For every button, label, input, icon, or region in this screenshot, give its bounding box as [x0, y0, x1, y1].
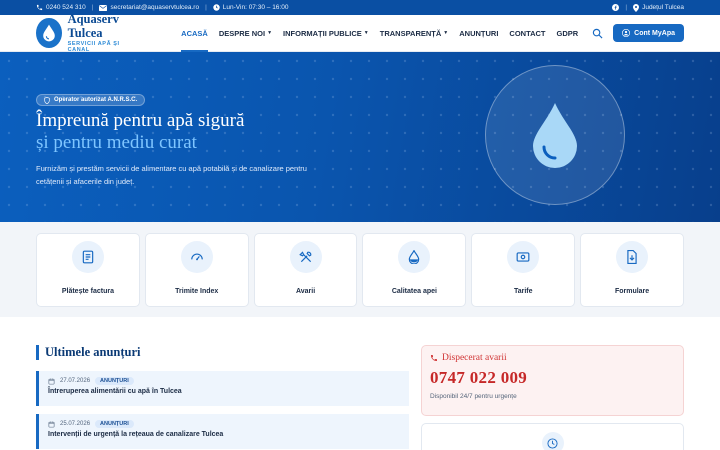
nav-label: GDPR — [556, 28, 579, 38]
main-content: Ultimele anunțuri 27.07.2026 ANUNȚURI În… — [0, 317, 720, 450]
service-card-forms[interactable]: Formulare — [580, 233, 684, 307]
brand-name: Aquaserv Tulcea — [67, 12, 119, 40]
nav-label: ACASĂ — [181, 28, 208, 38]
shield-icon — [44, 96, 50, 104]
money-icon — [507, 241, 540, 273]
nav-label: DESPRE NOI — [218, 28, 266, 38]
emergency-dispatch-card: Dispecerat avarii 0747 022 009 Disponibi… — [421, 345, 684, 416]
site-header: Aquaserv Tulcea SERVICII APĂ ȘI CANAL AC… — [0, 12, 720, 53]
clock-icon — [541, 432, 564, 450]
caret-down-icon: ▼ — [363, 30, 369, 36]
topbar-hours-text: Lun-Vin: 07:30 – 16:00 — [222, 4, 289, 11]
announcement-meta: 27.07.2026 ANUNȚURI — [48, 377, 409, 385]
operator-badge-text: Operator autorizat A.N.R.S.C. — [54, 97, 138, 103]
phone-icon — [430, 354, 438, 362]
nav-item-transparenta[interactable]: TRANSPARENȚĂ ▼ — [374, 15, 453, 52]
announcement-date: 27.07.2026 — [60, 378, 91, 384]
account-button-label: Cont MyApa — [634, 29, 675, 37]
topbar-email[interactable]: secretariat@aquaservtulcea.ro — [99, 4, 199, 11]
search-icon — [592, 28, 603, 39]
brand-tagline: SERVICII APĂ ȘI CANAL — [67, 40, 120, 53]
main-nav: ACASĂ DESPRE NOI ▼ INFORMAȚII PUBLICE ▼ TR… — [176, 15, 584, 52]
nav-item-anunturi[interactable]: ANUNȚURI — [454, 15, 504, 52]
caret-down-icon: ▼ — [267, 30, 273, 36]
topbar-region-text: Județul Tulcea — [642, 4, 684, 11]
nav-label: CONTACT — [509, 28, 546, 38]
gauge-icon — [180, 241, 213, 273]
announcement-title: Intervenții de urgență la rețeaua de can… — [48, 431, 224, 438]
service-card-label: Plătește factura — [61, 288, 114, 295]
topbar-hours: Lun-Vin: 07:30 – 16:00 — [213, 4, 289, 11]
topbar-phone-text: 0240 524 310 — [46, 4, 86, 11]
water-drop-icon — [398, 241, 431, 273]
water-drop-icon — [530, 101, 580, 169]
announcement-item[interactable]: 25.07.2026 ANUNȚURI Intervenții de urgen… — [36, 414, 409, 449]
nav-item-informatii-publice[interactable]: INFORMAȚII PUBLICE ▼ — [278, 15, 375, 52]
hero-drop-illustration — [485, 65, 625, 205]
dispatch-title-text: Dispecerat avarii — [442, 353, 507, 363]
announcement-title: Întreruperea alimentării cu apă în Tulce… — [48, 388, 182, 395]
dispatch-availability: Disponibil 24/7 pentru urgențe — [430, 393, 517, 400]
announcement-meta: 25.07.2026 ANUNȚURI — [48, 420, 409, 428]
service-card-water-quality[interactable]: Calitatea apei — [362, 233, 467, 307]
topbar-separator: | — [205, 4, 207, 11]
facebook-icon[interactable] — [612, 4, 620, 11]
topbar-separator: | — [91, 4, 94, 11]
operator-badge: Operator autorizat A.N.R.S.C. — [36, 94, 146, 106]
mail-icon — [99, 4, 108, 11]
user-circle-icon — [622, 29, 631, 37]
service-card-label: Formulare — [614, 288, 650, 295]
nav-label: TRANSPARENȚĂ — [379, 28, 442, 38]
topbar-region: Județul Tulcea — [633, 3, 684, 12]
search-button[interactable] — [590, 24, 605, 42]
phone-icon — [36, 4, 43, 11]
dispatch-phone-number[interactable]: 0747 022 009 — [430, 368, 683, 388]
calendar-icon — [48, 378, 55, 385]
calendar-icon — [48, 421, 55, 428]
quick-services: Plătește factura Trimite Index Avarii Ca… — [0, 222, 720, 317]
announcement-tag: ANUNȚURI — [95, 377, 134, 385]
service-card-outages[interactable]: Avarii — [253, 233, 358, 307]
announcements-title: Ultimele anunțuri — [36, 345, 140, 360]
dispatch-title: Dispecerat avarii — [430, 353, 683, 363]
topbar-email-text: secretariat@aquaservtulcea.ro — [110, 4, 200, 11]
hero-title-line2: și pentru mediu curat — [36, 132, 197, 153]
working-hours-card — [421, 423, 684, 450]
hero-title-line1: Împreună pentru apă sigură — [36, 110, 245, 131]
caret-down-icon: ▼ — [443, 30, 449, 36]
location-pin-icon — [633, 3, 640, 12]
nav-item-contact[interactable]: CONTACT — [504, 15, 551, 52]
brand-text: Aquaserv Tulcea SERVICII APĂ ȘI CANAL — [67, 12, 144, 53]
service-card-pay-invoice[interactable]: Plătește factura — [36, 233, 140, 307]
service-card-label: Trimite Index — [175, 288, 219, 295]
download-file-icon — [616, 241, 649, 273]
announcement-date: 25.07.2026 — [60, 421, 91, 427]
account-button[interactable]: Cont MyApa — [613, 24, 684, 42]
service-card-label: Avarii — [295, 288, 316, 295]
nav-label: ANUNȚURI — [459, 28, 499, 38]
announcement-tag: ANUNȚURI — [95, 420, 134, 428]
topbar-separator: | — [625, 4, 628, 11]
topbar-phone[interactable]: 0240 524 310 — [36, 4, 86, 11]
nav-label: INFORMAȚII PUBLICE — [283, 28, 362, 38]
site-logo[interactable]: Aquaserv Tulcea SERVICII APĂ ȘI CANAL — [36, 12, 144, 53]
hero-description: Furnizăm și prestăm servicii de alimenta… — [36, 164, 307, 186]
service-card-send-index[interactable]: Trimite Index — [144, 233, 249, 307]
clock-icon — [213, 4, 220, 11]
logo-drop-icon — [36, 18, 62, 48]
nav-item-despre-noi[interactable]: DESPRE NOI ▼ — [213, 15, 277, 52]
service-card-label: Calitatea apei — [391, 288, 437, 295]
service-card-label: Tarife — [513, 288, 533, 295]
nav-item-gdpr[interactable]: GDPR — [551, 15, 584, 52]
tools-icon — [289, 241, 322, 273]
invoice-icon — [71, 241, 104, 273]
announcement-item[interactable]: 27.07.2026 ANUNȚURI Întreruperea aliment… — [36, 371, 409, 406]
hero-banner: Operator autorizat A.N.R.S.C. Împreună p… — [0, 52, 720, 222]
service-card-tariffs[interactable]: Tarife — [471, 233, 576, 307]
nav-item-acasa[interactable]: ACASĂ — [176, 15, 214, 52]
